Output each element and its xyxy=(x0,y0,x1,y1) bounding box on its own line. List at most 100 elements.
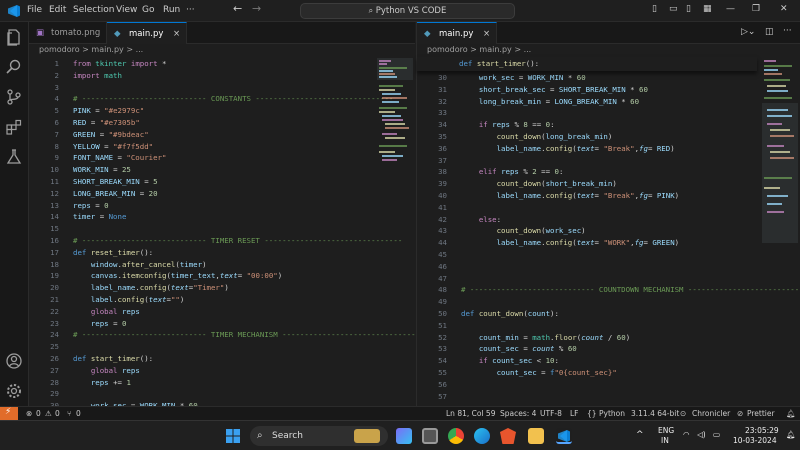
code-line[interactable]: 38 elif reps % 2 == 0: xyxy=(417,166,757,178)
brave-app-icon[interactable] xyxy=(500,428,516,444)
code-line[interactable]: 21 label.config(text="") xyxy=(29,294,369,306)
ports-count[interactable]: 0 xyxy=(76,409,81,418)
breadcrumb[interactable]: pomodoro > main.py > ... xyxy=(427,45,531,54)
code-line[interactable]: 17 def reset_timer(): xyxy=(29,247,369,259)
toggle-panel-icon[interactable]: ▭ xyxy=(669,4,678,14)
menu-go[interactable]: Go xyxy=(142,5,154,15)
notification-center-icon[interactable]: 🔔︎ xyxy=(786,430,796,439)
code-line[interactable]: 52 count_min = math.floor(count / 60) xyxy=(417,332,757,344)
code-line[interactable]: 46 xyxy=(417,261,757,273)
wifi-icon[interactable]: ◠ xyxy=(683,430,690,439)
code-line[interactable]: 39 count_down(short_break_min) xyxy=(417,178,757,190)
language-indicator-line2[interactable]: IN xyxy=(661,436,669,445)
code-line[interactable]: 50 def count_down(count): xyxy=(417,308,757,320)
code-line[interactable]: 9 FONT_NAME = "Courier" xyxy=(29,152,369,164)
code-line[interactable]: 29 xyxy=(29,388,369,400)
tab-main-py[interactable]: ◆ main.py × xyxy=(107,22,187,44)
extensions-icon[interactable] xyxy=(5,118,23,136)
code-line[interactable]: 3 xyxy=(29,82,369,94)
close-tab-icon[interactable]: × xyxy=(173,23,180,45)
code-line[interactable]: 55 count_sec = f"0{count_sec}" xyxy=(417,367,757,379)
code-line[interactable]: 45 xyxy=(417,249,757,261)
code-line[interactable]: 30 work_sec = WORK_MIN * 60 xyxy=(417,72,757,84)
braces-icon[interactable]: {} xyxy=(587,409,597,418)
code-line[interactable]: 57 xyxy=(417,391,757,403)
code-line[interactable]: 47 xyxy=(417,273,757,285)
code-line[interactable]: 12 LONG_BREAK_MIN = 20 xyxy=(29,188,369,200)
chronicler-icon[interactable]: ⊙ xyxy=(680,409,686,418)
code-line[interactable]: 7 GREEN = "#9bdeac" xyxy=(29,129,369,141)
copilot-app-icon[interactable] xyxy=(396,428,412,444)
code-line[interactable]: 8 YELLOW = "#f7f5dd" xyxy=(29,141,369,153)
more-menu-icon[interactable]: ··· xyxy=(186,5,195,15)
code-line[interactable]: 5 PINK = "#e2979c" xyxy=(29,105,369,117)
code-line[interactable]: 53 count_sec = count % 60 xyxy=(417,343,757,355)
code-line[interactable]: 43 count_down(work_sec) xyxy=(417,225,757,237)
language-mode[interactable]: Python xyxy=(599,409,625,418)
account-icon[interactable] xyxy=(5,352,23,370)
code-line[interactable]: 40 label_name.config(text= "Break",fg= P… xyxy=(417,190,757,202)
code-line[interactable]: 19 canvas.itemconfig(timer_text,text= "0… xyxy=(29,270,369,282)
chronicler-status[interactable]: Chronicler xyxy=(692,409,730,418)
code-line[interactable]: 4 # ---------------------------- CONSTANT… xyxy=(29,93,394,105)
tab-tomato-png[interactable]: ▣ tomato.png xyxy=(29,22,107,44)
menu-selection[interactable]: Selection xyxy=(73,5,114,15)
code-line[interactable]: 37 xyxy=(417,155,757,167)
minimize-icon[interactable]: — xyxy=(726,4,735,14)
sticky-scroll-header[interactable]: def start_timer(): xyxy=(417,57,757,71)
breadcrumb[interactable]: pomodoro > main.py > ... xyxy=(39,45,143,54)
code-line[interactable]: 2 import math xyxy=(29,70,369,82)
vscode-taskbar-icon[interactable] xyxy=(556,428,572,444)
python-interpreter[interactable]: 3.11.4 64-bit xyxy=(631,409,679,418)
ports-icon[interactable]: ⑂ xyxy=(67,409,72,418)
code-line[interactable]: 56 xyxy=(417,379,757,391)
warnings-icon[interactable]: ⚠ xyxy=(45,409,52,418)
code-line[interactable]: 25 xyxy=(29,341,369,353)
cursor-position[interactable]: Ln 81, Col 59 xyxy=(446,409,495,418)
warnings-count[interactable]: 0 xyxy=(55,409,60,418)
tab-main-py-right[interactable]: ◆ main.py × xyxy=(417,22,497,44)
code-line[interactable]: 48 # ---------------------------- COUNTDO… xyxy=(417,284,800,296)
code-line[interactable]: 32 long_break_min = LONG_BREAK_MIN * 60 xyxy=(417,96,757,108)
command-center-search[interactable]: ⌕ Python VS CODE xyxy=(300,3,515,19)
file-explorer-icon[interactable] xyxy=(528,428,544,444)
code-line[interactable]: 51 xyxy=(417,320,757,332)
code-line[interactable]: 22 global reps xyxy=(29,306,369,318)
testing-flask-icon[interactable] xyxy=(5,148,23,166)
chrome-app-icon[interactable] xyxy=(448,428,464,444)
code-line[interactable]: 26 def start_timer(): xyxy=(29,353,369,365)
more-actions-icon[interactable]: ··· xyxy=(783,26,792,36)
explorer-icon[interactable] xyxy=(5,28,23,46)
code-line[interactable]: 23 reps = 0 xyxy=(29,318,369,330)
code-line[interactable]: 14 timer = None xyxy=(29,211,369,223)
split-editor-icon[interactable]: ◫ xyxy=(765,27,774,37)
menu-file[interactable]: File xyxy=(27,5,42,15)
code-line[interactable]: 36 label_name.config(text= "Break",fg= R… xyxy=(417,143,757,155)
clock-time[interactable]: 23:05:29 xyxy=(745,426,779,435)
code-line[interactable]: 1 from tkinter import * xyxy=(29,58,369,70)
code-editor[interactable]: 1 from tkinter import * 2 import math 3 4 # --… xyxy=(29,58,420,412)
minimap[interactable] xyxy=(762,58,800,248)
code-line[interactable]: 41 xyxy=(417,202,757,214)
encoding[interactable]: UTF-8 xyxy=(540,409,562,418)
language-indicator-line1[interactable]: ENG xyxy=(658,426,674,435)
errors-count[interactable]: 0 xyxy=(36,409,41,418)
code-line[interactable]: 31 short_break_sec = SHORT_BREAK_MIN * 6… xyxy=(417,84,757,96)
windows-start-icon[interactable] xyxy=(226,429,240,443)
prettier-status[interactable]: Prettier xyxy=(747,409,775,418)
search-icon[interactable] xyxy=(5,58,23,76)
end-of-line[interactable]: LF xyxy=(570,409,579,418)
code-line[interactable]: 18 window.after_cancel(timer) xyxy=(29,259,369,271)
edge-app-icon[interactable] xyxy=(474,428,490,444)
back-arrow-icon[interactable]: ← xyxy=(233,2,242,15)
toggle-primary-sidebar-icon[interactable]: ▯ xyxy=(652,4,657,14)
code-line[interactable]: 27 global reps xyxy=(29,365,369,377)
code-line[interactable]: 15 xyxy=(29,223,369,235)
code-line[interactable]: 49 xyxy=(417,296,757,308)
menu-edit[interactable]: Edit xyxy=(49,5,66,15)
settings-gear-icon[interactable] xyxy=(5,382,23,400)
prettier-icon[interactable]: ⊘ xyxy=(737,409,743,418)
clock-date[interactable]: 10-03-2024 xyxy=(733,436,777,445)
battery-icon[interactable]: ▭ xyxy=(713,430,720,439)
errors-icon[interactable]: ⊗ xyxy=(26,409,32,418)
